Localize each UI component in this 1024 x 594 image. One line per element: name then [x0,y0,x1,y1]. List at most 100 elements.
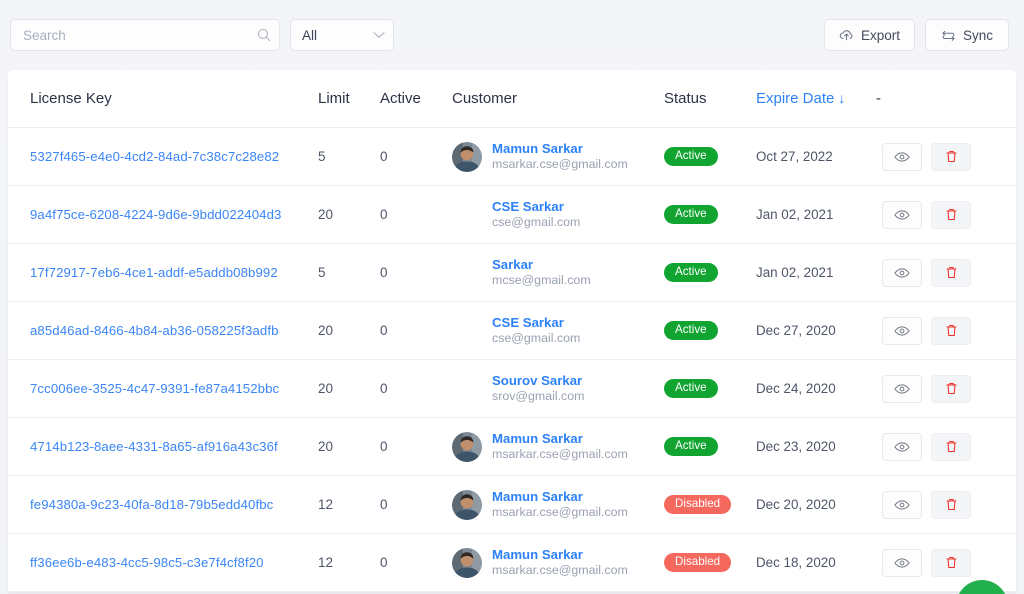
cell-license-key[interactable]: 5327f465-e4e0-4cd2-84ad-7c38c7c28e82 [8,127,318,186]
toolbar: All Export [0,0,1024,70]
customer-email: msarkar.cse@gmail.com [492,157,628,171]
delete-license-button[interactable] [931,258,971,287]
column-header-customer[interactable]: Customer [452,70,664,128]
status-badge: Active [664,262,718,283]
customer-name[interactable]: Mamun Sarkar [492,141,628,158]
status-badge: Active [664,146,718,167]
cell-customer: Sourov Sarkar srov@gmail.com [452,359,664,418]
cell-status: Active [664,417,756,476]
customer-email: msarkar.cse@gmail.com [492,447,628,461]
delete-license-button[interactable] [931,490,971,519]
cell-limit: 12 [318,475,380,534]
trash-icon [945,149,958,164]
export-button-label: Export [860,27,900,43]
column-header-expire-date[interactable]: Expire Date ↓ [756,70,876,128]
sync-button-label: Sync [962,27,993,43]
table-row: a85d46ad-8466-4b84-ab36-058225f3adfb 20 … [8,301,1016,360]
export-button[interactable]: Export [823,19,915,51]
customer-name[interactable]: CSE Sarkar [492,199,580,216]
delete-license-button[interactable] [931,142,971,171]
cell-license-key[interactable]: ff36ee6b-e483-4cc5-98c5-c3e7f4cf8f20 [8,533,318,592]
customer-email: cse@gmail.com [492,215,581,229]
column-header-limit[interactable]: Limit [318,70,380,128]
cell-actions [876,359,1016,418]
cell-active: 0 [380,359,452,418]
column-header-active[interactable]: Active [380,70,452,128]
delete-license-button[interactable] [931,316,971,345]
table-header: License Key Limit Active Customer Status… [8,70,1016,128]
cell-expire-date: Oct 27, 2022 [756,127,876,186]
cell-expire-date: Dec 20, 2020 [756,475,876,534]
avatar [452,257,482,288]
search-input[interactable] [10,19,280,51]
view-license-button[interactable] [882,490,922,519]
column-header-actions: - [876,70,1016,128]
view-license-button[interactable] [882,432,922,461]
license-table: License Key Limit Active Customer Status… [8,70,1016,592]
table-row: 4714b123-8aee-4331-8a65-af916a43c36f 20 … [8,417,1016,476]
delete-license-button[interactable] [931,374,971,403]
cell-limit: 20 [318,301,380,360]
cell-actions [876,185,1016,244]
cell-active: 0 [380,127,452,186]
column-header-license-key[interactable]: License Key [8,70,318,128]
cell-limit: 20 [318,417,380,476]
sync-button[interactable]: Sync [925,19,1009,51]
customer-name[interactable]: Sarkar [492,257,591,274]
avatar [452,489,482,520]
customer-name[interactable]: Mamun Sarkar [492,431,628,448]
customer-email: mcse@gmail.com [492,273,591,287]
trash-icon [945,265,958,280]
view-license-button[interactable] [882,142,922,171]
cell-license-key[interactable]: fe94380a-9c23-40fa-8d18-79b5edd40fbc [8,475,318,534]
status-badge: Disabled [664,494,732,515]
eye-icon [894,209,910,221]
delete-license-button[interactable] [931,548,971,577]
view-license-button[interactable] [882,316,922,345]
view-license-button[interactable] [882,258,922,287]
filter-select-wrapper: All [290,19,394,51]
table-row: 7cc006ee-3525-4c47-9391-fe87a4152bbc 20 … [8,359,1016,418]
search-icon[interactable] [257,28,271,42]
customer-name[interactable]: Mamun Sarkar [492,489,628,506]
customer-name[interactable]: Sourov Sarkar [492,373,584,390]
cell-limit: 20 [318,359,380,418]
eye-icon [894,325,910,337]
view-license-button[interactable] [882,548,922,577]
delete-license-button[interactable] [931,200,971,229]
trash-icon [945,323,958,338]
cell-expire-date: Dec 23, 2020 [756,417,876,476]
cell-customer: CSE Sarkar cse@gmail.com [452,185,664,244]
cell-limit: 12 [318,533,380,592]
cell-license-key[interactable]: 7cc006ee-3525-4c47-9391-fe87a4152bbc [8,359,318,418]
customer-name[interactable]: Mamun Sarkar [492,547,628,564]
cell-license-key[interactable]: a85d46ad-8466-4b84-ab36-058225f3adfb [8,301,318,360]
customer-email: msarkar.cse@gmail.com [492,505,628,519]
view-license-button[interactable] [882,374,922,403]
cell-customer: Mamun Sarkar msarkar.cse@gmail.com [452,127,664,186]
search-field-wrapper [10,19,280,51]
status-badge: Active [664,204,718,225]
view-license-button[interactable] [882,200,922,229]
column-header-status[interactable]: Status [664,70,756,128]
delete-license-button[interactable] [931,432,971,461]
cell-license-key[interactable]: 9a4f75ce-6208-4224-9d6e-9bdd022404d3 [8,185,318,244]
cell-status: Active [664,185,756,244]
status-badge: Disabled [664,552,732,573]
cell-status: Disabled [664,533,756,592]
table-body: 5327f465-e4e0-4cd2-84ad-7c38c7c28e82 5 0… [8,127,1016,592]
customer-email: cse@gmail.com [492,331,581,345]
status-badge: Active [664,378,718,399]
cell-customer: Mamun Sarkar msarkar.cse@gmail.com [452,475,664,534]
cell-customer: Sarkar mcse@gmail.com [452,243,664,302]
avatar [452,431,482,462]
cell-status: Active [664,359,756,418]
cell-actions [876,243,1016,302]
cell-license-key[interactable]: 4714b123-8aee-4331-8a65-af916a43c36f [8,417,318,476]
table-header-row: License Key Limit Active Customer Status… [8,70,1016,128]
table-row: fe94380a-9c23-40fa-8d18-79b5edd40fbc 12 … [8,475,1016,534]
sort-descending-icon: ↓ [838,90,846,106]
cell-license-key[interactable]: 17f72917-7eb6-4ce1-addf-e5addb08b992 [8,243,318,302]
status-filter-select[interactable]: All [290,19,394,51]
customer-name[interactable]: CSE Sarkar [492,315,580,332]
